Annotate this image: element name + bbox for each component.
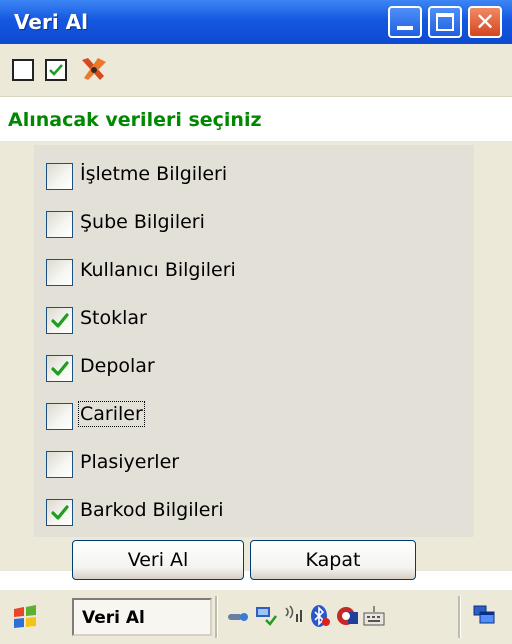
- checkbox-label[interactable]: Barkod Bilgileri: [80, 499, 224, 521]
- checkbox-unchecked[interactable]: [46, 211, 73, 238]
- checkbox-checked[interactable]: [46, 355, 73, 382]
- checkbox-label[interactable]: Stoklar: [80, 307, 147, 329]
- close-button[interactable]: ✕: [468, 6, 502, 38]
- checkmark-icon: [51, 313, 69, 328]
- close-icon: ✕: [474, 8, 496, 36]
- minimize-icon: [397, 26, 413, 30]
- content-panel: [0, 141, 512, 571]
- maximize-button[interactable]: [428, 6, 462, 38]
- checkbox-label[interactable]: Şube Bilgileri: [80, 211, 205, 233]
- checkmark-icon: [51, 361, 69, 376]
- checkbox-label[interactable]: İşletme Bilgileri: [80, 163, 227, 185]
- title-bar: Veri Al ✕: [0, 0, 512, 44]
- tray-keyboard-icon[interactable]: [362, 604, 386, 628]
- kapat-button[interactable]: Kapat: [250, 540, 416, 580]
- checkmark-icon: [51, 505, 69, 520]
- app-window: Veri Al ✕ Alınacak verileri seçiniz İşle…: [0, 0, 512, 644]
- task-label: Veri Al: [82, 608, 145, 628]
- checkbox-checked[interactable]: [46, 499, 73, 526]
- checkbox-unchecked[interactable]: [46, 451, 73, 478]
- checkbox-checked[interactable]: [46, 307, 73, 334]
- checkbox-list: [34, 145, 474, 537]
- checkbox-label[interactable]: Cariler: [78, 401, 145, 427]
- start-flag-icon[interactable]: [12, 604, 38, 630]
- checkbox-label[interactable]: Kullanıcı Bilgileri: [80, 259, 236, 281]
- select-none-icon[interactable]: [12, 59, 34, 81]
- veri-al-button[interactable]: Veri Al: [72, 540, 244, 580]
- checkbox-label[interactable]: Plasiyerler: [80, 451, 179, 473]
- checkbox-unchecked[interactable]: [46, 259, 73, 286]
- tray-computer-icon[interactable]: [254, 604, 278, 628]
- tray-signal-icon[interactable]: [282, 604, 306, 628]
- tools-icon[interactable]: [78, 54, 110, 86]
- select-all-icon[interactable]: [45, 59, 67, 81]
- tray-bluetooth-icon[interactable]: [308, 604, 332, 628]
- tray-network-icon[interactable]: [226, 604, 250, 628]
- toolbar: [0, 44, 512, 97]
- tray-app-icon[interactable]: [336, 604, 360, 628]
- tray-windows-icon[interactable]: [472, 604, 496, 628]
- taskbar-task-veri-al[interactable]: Veri Al: [72, 598, 212, 636]
- instruction-label: Alınacak verileri seçiniz: [8, 109, 262, 131]
- minimize-button[interactable]: [388, 6, 422, 38]
- instruction-header: Alınacak verileri seçiniz: [0, 97, 512, 141]
- checkbox-unchecked[interactable]: [46, 403, 73, 430]
- checkbox-label[interactable]: Depolar: [80, 355, 155, 377]
- taskbar-divider-2: [458, 596, 461, 638]
- checkbox-unchecked[interactable]: [46, 163, 73, 190]
- taskbar: Veri Al: [0, 588, 512, 644]
- taskbar-divider: [215, 596, 218, 638]
- window-title: Veri Al: [14, 10, 88, 34]
- maximize-icon: [436, 13, 454, 31]
